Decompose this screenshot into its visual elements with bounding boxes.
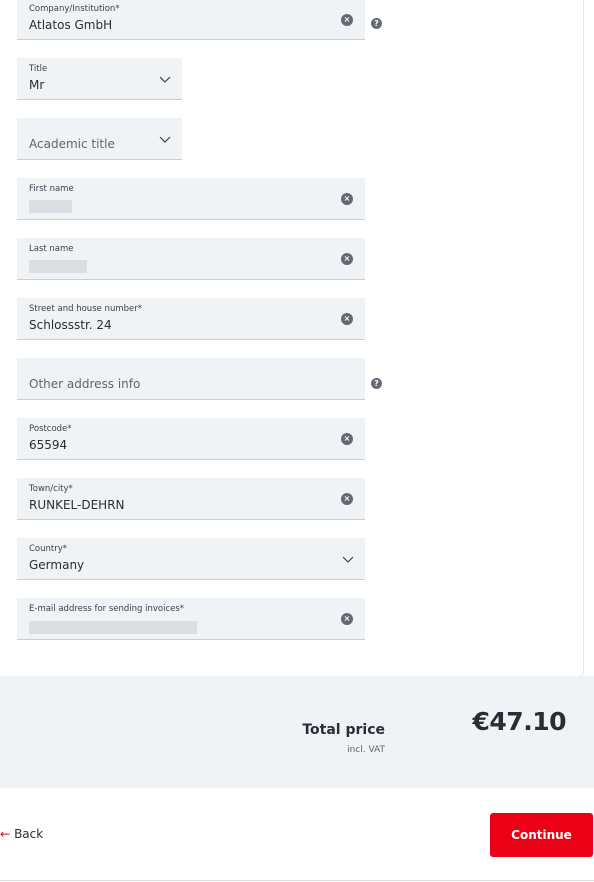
street-label: Street and house number* [29,304,142,314]
clear-icon[interactable]: × [341,252,353,265]
clear-icon[interactable]: × [341,612,353,625]
first-name-label: First name [29,184,74,194]
email-redacted-value [29,621,197,634]
total-price-label: Total price [302,722,385,738]
clear-icon[interactable]: × [341,312,353,325]
chevron-down-icon [159,76,171,83]
other-address-field[interactable]: Other address info [17,358,365,400]
title-label: Title [29,64,48,74]
continue-button[interactable]: Continue [490,813,593,857]
first-name-redacted-value [29,200,72,213]
total-price-value: €47.10 [472,707,567,736]
postcode-value: 65594 [29,438,68,452]
clear-icon[interactable]: × [341,492,353,505]
academic-title-placeholder: Academic title [29,137,115,151]
last-name-field[interactable]: Last name × [17,238,365,280]
help-icon[interactable]: ? [371,378,382,389]
company-value: Atlatos GmbH [29,18,113,32]
country-label: Country* [29,544,68,554]
company-field[interactable]: Company/Institution* Atlatos GmbH × [17,0,365,40]
clear-icon[interactable]: × [341,432,353,445]
clear-icon[interactable]: × [341,192,353,205]
title-select[interactable]: Title Mr [17,58,182,100]
last-name-redacted-value [29,260,87,273]
arrow-left-icon: ← [0,827,11,841]
town-label: Town/city* [29,484,73,494]
other-address-placeholder: Other address info [29,377,141,391]
email-field[interactable]: E-mail address for sending invoices* × [17,598,365,640]
street-field[interactable]: Street and house number* Schlossstr. 24 … [17,298,365,340]
country-select[interactable]: Country* Germany [17,538,365,580]
chevron-down-icon [342,556,354,563]
postcode-label: Postcode* [29,424,72,434]
title-value: Mr [29,78,45,92]
back-label: Back [14,827,44,841]
billing-form-card: Company/Institution* Atlatos GmbH × ? Ti… [0,0,584,677]
email-label: E-mail address for sending invoices* [29,604,185,614]
clear-icon[interactable]: × [341,13,353,26]
divider [0,880,594,881]
country-value: Germany [29,558,85,572]
company-label: Company/Institution* [29,4,120,14]
street-value: Schlossstr. 24 [29,318,112,332]
chevron-down-icon [159,136,171,143]
back-link[interactable]: ← Back [0,827,43,841]
postcode-field[interactable]: Postcode* 65594 × [17,418,365,460]
town-value: RUNKEL-DEHRN [29,498,125,512]
help-icon[interactable]: ? [371,18,382,29]
academic-title-select[interactable]: Academic title [17,118,182,160]
vat-label: incl. VAT [347,745,385,755]
town-field[interactable]: Town/city* RUNKEL-DEHRN × [17,478,365,520]
last-name-label: Last name [29,244,74,254]
first-name-field[interactable]: First name × [17,178,365,220]
